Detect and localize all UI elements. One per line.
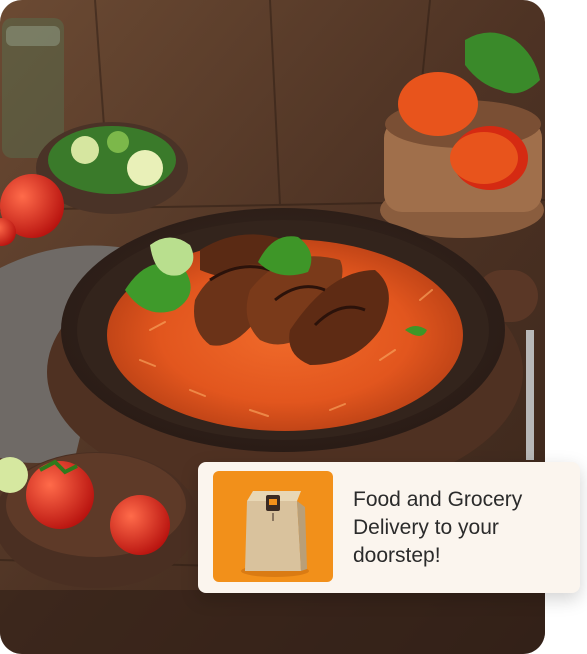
promo-text: Food and Grocery Delivery to your doorst… [353,488,523,567]
paper-bag-icon [213,471,333,582]
promo-card: Food and Grocery Delivery to your doorst… [198,462,580,593]
